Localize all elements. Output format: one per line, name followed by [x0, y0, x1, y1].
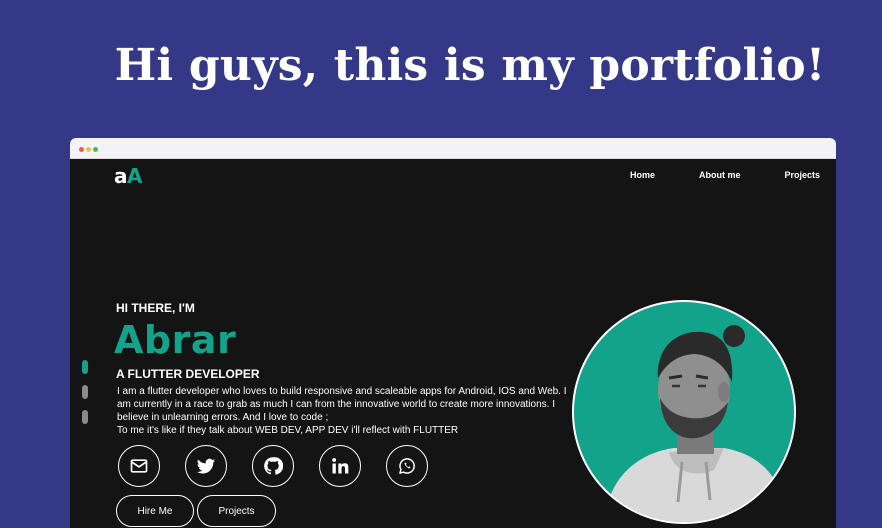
github-icon: [264, 457, 283, 475]
github-button[interactable]: [252, 445, 294, 487]
social-links: [118, 445, 453, 487]
close-window-dot[interactable]: [79, 147, 84, 152]
portrait-illustration: [604, 325, 786, 522]
nav-projects[interactable]: Projects: [784, 170, 820, 180]
logo-part-1: a: [114, 164, 128, 188]
browser-window: aA Home About me Projects HI THERE, I'M …: [70, 138, 836, 528]
page-headline: Hi guys, this is my portfolio!: [114, 40, 826, 91]
site-logo[interactable]: aA: [114, 164, 142, 188]
profile-photo-frame: [572, 300, 796, 524]
bio-paragraph-2: To me it's like if they talk about WEB D…: [117, 425, 459, 436]
hero-role: A FLUTTER DEVELOPER: [116, 367, 260, 381]
minimize-window-dot[interactable]: [86, 147, 91, 152]
linkedin-icon: [332, 458, 349, 474]
twitter-button[interactable]: [185, 445, 227, 487]
projects-button[interactable]: Projects: [197, 495, 276, 527]
twitter-icon: [196, 458, 216, 474]
hero-name: Abrar: [114, 318, 237, 362]
whatsapp-icon: [399, 458, 415, 474]
hero-actions: Hire Me Projects: [116, 495, 279, 527]
nav-home[interactable]: Home: [630, 170, 655, 180]
top-nav: Home About me Projects: [586, 170, 820, 180]
section-indicator: [82, 360, 88, 435]
mail-button[interactable]: [118, 445, 160, 487]
bio-paragraph-1: I am a flutter developer who loves to bu…: [117, 386, 567, 423]
whatsapp-button[interactable]: [386, 445, 428, 487]
section-dot-home[interactable]: [82, 360, 88, 374]
section-dot-about[interactable]: [82, 385, 88, 399]
hero-greeting: HI THERE, I'M: [116, 301, 195, 315]
mail-icon: [130, 459, 148, 473]
hero-bio: I am a flutter developer who loves to bu…: [117, 385, 567, 437]
nav-about-me[interactable]: About me: [699, 170, 741, 180]
browser-titlebar: [70, 138, 836, 159]
maximize-window-dot[interactable]: [93, 147, 98, 152]
profile-photo: [574, 302, 794, 522]
section-dot-projects[interactable]: [82, 410, 88, 424]
logo-part-2: A: [127, 164, 142, 188]
hire-me-button[interactable]: Hire Me: [116, 495, 194, 527]
linkedin-button[interactable]: [319, 445, 361, 487]
